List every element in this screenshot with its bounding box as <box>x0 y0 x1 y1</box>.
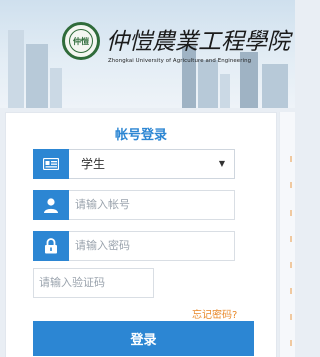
side-marker <box>290 340 292 346</box>
skyline-building <box>262 64 288 108</box>
header-banner: 仲愷 仲愷農業工程學院 Zhongkai University of Agric… <box>0 0 295 108</box>
id-card-icon <box>33 149 69 179</box>
role-select-value: 学生 <box>81 157 106 171</box>
user-icon <box>33 190 69 220</box>
account-row: 请输入帐号 <box>33 190 235 220</box>
role-select-row: 学生 ▼ <box>33 149 235 179</box>
school-logo-mark: 仲愷 <box>69 29 93 53</box>
password-input[interactable]: 请输入密码 <box>69 231 235 261</box>
school-name: 仲愷農業工程學院 <box>106 29 290 54</box>
forgot-password-link[interactable]: 忘记密码? <box>192 306 237 321</box>
school-logo: 仲愷 <box>62 22 100 60</box>
login-button[interactable]: 登录 <box>33 321 254 356</box>
side-marker <box>290 156 292 162</box>
account-input[interactable]: 请输入帐号 <box>69 190 235 220</box>
side-marker <box>290 262 292 268</box>
skyline-building <box>220 74 230 108</box>
skyline-building <box>198 60 218 108</box>
skyline-building <box>182 46 196 108</box>
side-marker <box>290 210 292 216</box>
skyline-building <box>50 68 62 108</box>
password-row: 请输入密码 <box>33 231 235 261</box>
side-marker <box>290 288 292 294</box>
role-select[interactable]: 学生 ▼ <box>69 149 235 179</box>
side-marker <box>290 182 292 188</box>
side-marker <box>290 314 292 320</box>
side-marker <box>290 236 292 242</box>
login-title: 帐号登录 <box>114 128 167 143</box>
lock-icon <box>33 231 69 261</box>
side-panel <box>279 112 295 357</box>
login-panel: 帐号登录 学生 ▼ 请输入帐号 请输入密码 请输入验证码 忘记密码? 登录 <box>5 112 277 357</box>
captcha-input[interactable]: 请输入验证码 <box>33 268 154 298</box>
caret-down-icon: ▼ <box>218 159 225 168</box>
skyline-building <box>26 44 48 108</box>
skyline-building <box>8 30 24 108</box>
school-name-english: Zhongkai University of Agriculture and E… <box>108 58 252 64</box>
